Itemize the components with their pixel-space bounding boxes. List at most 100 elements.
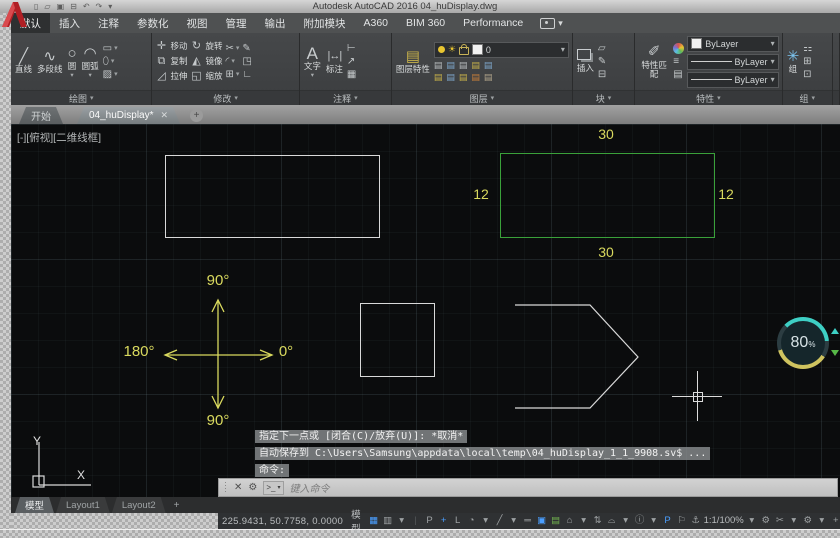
layer-tool-unlock[interactable]: ▤ — [471, 72, 480, 82]
command-input[interactable]: 键入命令 — [290, 480, 330, 495]
status-icon-info[interactable]: ⓘ — [633, 514, 647, 528]
status-icon-snap-mode[interactable]: ▥ — [381, 514, 395, 528]
status-icon-lineweight-display[interactable]: ═ — [521, 514, 535, 528]
modify-button-scale[interactable]: ◱ 缩放 — [190, 70, 222, 83]
status-icon-dynamic-input[interactable]: + — [437, 514, 451, 528]
qat-icon-open[interactable]: ▱ — [44, 2, 50, 12]
status-icon-info-dropdown[interactable]: ▾ — [647, 514, 661, 528]
viewport-controls[interactable]: [-][俯视][二维线框] — [17, 130, 101, 145]
status-icon-ortho-mode[interactable]: L — [451, 514, 465, 528]
status-icon-divider[interactable]: | — [409, 514, 423, 528]
group-small-button-ungroup[interactable]: ⚏ — [803, 43, 812, 54]
lineweight-dropdown[interactable]: ByLayer ▾ — [687, 53, 779, 70]
draw-small-button-rectangle[interactable]: ▭ ▾ — [103, 43, 118, 54]
status-icon-scale-dropdown[interactable]: ▾ — [745, 514, 759, 528]
layout-tab[interactable]: Layout1 — [56, 497, 110, 513]
status-icon-units[interactable]: ⚓ — [689, 514, 703, 528]
status-icon-selection-cycling[interactable]: ▤ — [549, 514, 563, 528]
status-icon-grid-mode[interactable]: ▦ — [367, 514, 381, 528]
modify-button-rotate[interactable]: ↻ 旋转 — [190, 40, 223, 53]
status-icon-osnap-dropdown[interactable]: ▾ — [577, 514, 591, 528]
autocad-logo-icon[interactable] — [1, 0, 28, 29]
status-icon-snap-dropdown[interactable]: ▾ — [395, 514, 409, 528]
layer-tool-unisolate[interactable]: ▤ — [446, 72, 455, 82]
file-tab-document[interactable]: 04_huDisplay* ✕ — [77, 107, 180, 124]
customize-command-icon[interactable]: ⚙ — [248, 482, 257, 493]
line-button[interactable]: ╱ 直线 — [14, 48, 33, 74]
ribbon-tab[interactable]: 参数化 — [128, 13, 178, 33]
panel-label-block[interactable]: 块 ▾ — [572, 90, 635, 105]
status-icon-dynamic-ucs[interactable]: ⇅ — [591, 514, 605, 528]
modify-extra-button-offset[interactable]: ∟ — [242, 69, 252, 80]
arc-button[interactable]: ◠ 圆弧 ▾ — [81, 45, 100, 79]
lineweight-icon[interactable]: ≡ — [673, 56, 684, 67]
ribbon-tab[interactable]: 视图 — [178, 13, 217, 33]
status-icon-3d-osnap[interactable]: ⌂ — [563, 514, 577, 528]
ribbon-tab[interactable]: 附加模块 — [295, 13, 355, 33]
panel-label-annotate[interactable]: 注释 ▾ — [299, 90, 391, 105]
status-icon-isolate-objects[interactable]: + — [829, 514, 840, 528]
layer-tool-lock[interactable]: ▤ — [471, 60, 480, 70]
layer-tool-isolate[interactable]: ▤ — [446, 60, 455, 70]
qat-icon-plot[interactable]: ⊟ — [70, 2, 77, 12]
layer-dropdown[interactable]: ☀ 0 ▾ — [433, 41, 569, 58]
status-icon-customization-dropdown[interactable]: ▾ — [815, 514, 829, 528]
status-icon-cleanscreen[interactable]: ✂ — [773, 514, 787, 528]
layer-tool-match[interactable]: ▤ — [484, 72, 493, 82]
status-icon-infer-constraints[interactable]: P — [423, 514, 437, 528]
hatch-sample-icon[interactable]: ▤ — [673, 69, 684, 80]
modify-extra-button-explode[interactable]: ◳ — [242, 56, 252, 67]
panel-label-group[interactable]: 组 ▾ — [782, 90, 833, 105]
ribbon-tab[interactable]: 插入 — [50, 13, 89, 33]
block-small-button-create-block[interactable]: ▱ — [598, 43, 606, 54]
layer-tool-on[interactable]: ▤ — [434, 72, 443, 82]
badge-down-arrow-icon[interactable] — [831, 350, 839, 356]
ribbon-tab[interactable]: A360 — [355, 13, 398, 33]
status-icon-polar-dropdown[interactable]: ▾ — [479, 514, 493, 528]
layer-tool-freeze[interactable]: ▤ — [459, 60, 468, 70]
dock-drag-handle[interactable] — [224, 481, 228, 494]
status-icon-autoscale-dropdown[interactable]: ▾ — [619, 514, 633, 528]
color-wheel-icon[interactable] — [673, 43, 685, 54]
text-button[interactable]: A 文字 ▾ — [303, 45, 322, 79]
modify-small-button-trim[interactable]: ✂ ▾ — [225, 43, 239, 54]
draw-small-button-hatch[interactable]: ▨ ▾ — [103, 69, 118, 80]
match-properties-button[interactable]: ✐ 特性匹配 — [638, 44, 670, 80]
layer-tool-off[interactable]: ▤ — [434, 60, 443, 70]
modify-small-button-fillet[interactable]: ◜ ▾ — [225, 56, 239, 67]
layout-tab[interactable]: 模型 — [15, 497, 54, 513]
qat-icon-qat-dropdown[interactable]: ▾ — [108, 2, 112, 12]
capture-button[interactable]: ▾ — [540, 13, 563, 33]
modify-button-mirror[interactable]: ◭ 镜像 — [190, 55, 222, 68]
file-tab-start[interactable]: 开始 — [19, 107, 63, 124]
draw-small-button-ellipse[interactable]: ⬯ ▾ — [103, 56, 118, 67]
status-icon-workspace[interactable]: ⚙ — [759, 514, 773, 528]
layer-properties-button[interactable]: ▤ 图层特性 — [395, 48, 431, 74]
new-tab-button[interactable]: + — [190, 109, 204, 122]
command-prompt-icon[interactable]: >_ ▾ — [263, 480, 284, 495]
status-icon-annotation-monitor[interactable]: ⚐ — [675, 514, 689, 528]
qat-icon-redo[interactable]: ↷ — [96, 2, 103, 12]
status-icon-object-snap[interactable]: ▣ — [535, 514, 549, 528]
status-icon-isometric-drafting[interactable]: ╱ — [493, 514, 507, 528]
circle-button[interactable]: ○ 圆 ▾ — [67, 45, 78, 79]
annotate-small-button-table[interactable]: ▦ — [347, 69, 356, 80]
ribbon-tab[interactable]: 输出 — [256, 13, 295, 33]
layer-tool-make-current[interactable]: ▤ — [484, 60, 493, 70]
drawing-canvas[interactable]: [-][俯视][二维线框] 30 12 12 30 90° 90° 180° 0… — [11, 124, 840, 497]
modify-small-button-array[interactable]: ⊞ ▾ — [225, 69, 239, 80]
group-small-button-group-select[interactable]: ⊡ — [803, 69, 812, 80]
status-icon-iso-dropdown[interactable]: ▾ — [507, 514, 521, 528]
qat-icon-new[interactable]: ▯ — [34, 2, 38, 12]
group-small-button-group-edit[interactable]: ⊞ — [803, 56, 812, 67]
badge-up-arrow-icon[interactable] — [831, 328, 839, 334]
ribbon-tab[interactable]: Performance — [454, 13, 532, 33]
ribbon-tab[interactable]: 注释 — [89, 13, 128, 33]
panel-label-draw[interactable]: 绘图 ▾ — [11, 90, 152, 105]
status-icon-quick-properties[interactable]: P — [661, 514, 675, 528]
panel-label-properties[interactable]: 特性 ▾ — [635, 90, 782, 105]
status-icon-workspace-dropdown[interactable]: ▾ — [787, 514, 801, 528]
modify-extra-button-erase[interactable]: ✎ — [242, 43, 252, 54]
modify-button-copy[interactable]: ⧉ 复制 — [155, 55, 188, 68]
status-icon-annotation-visibility[interactable]: ⌓ — [605, 514, 619, 528]
